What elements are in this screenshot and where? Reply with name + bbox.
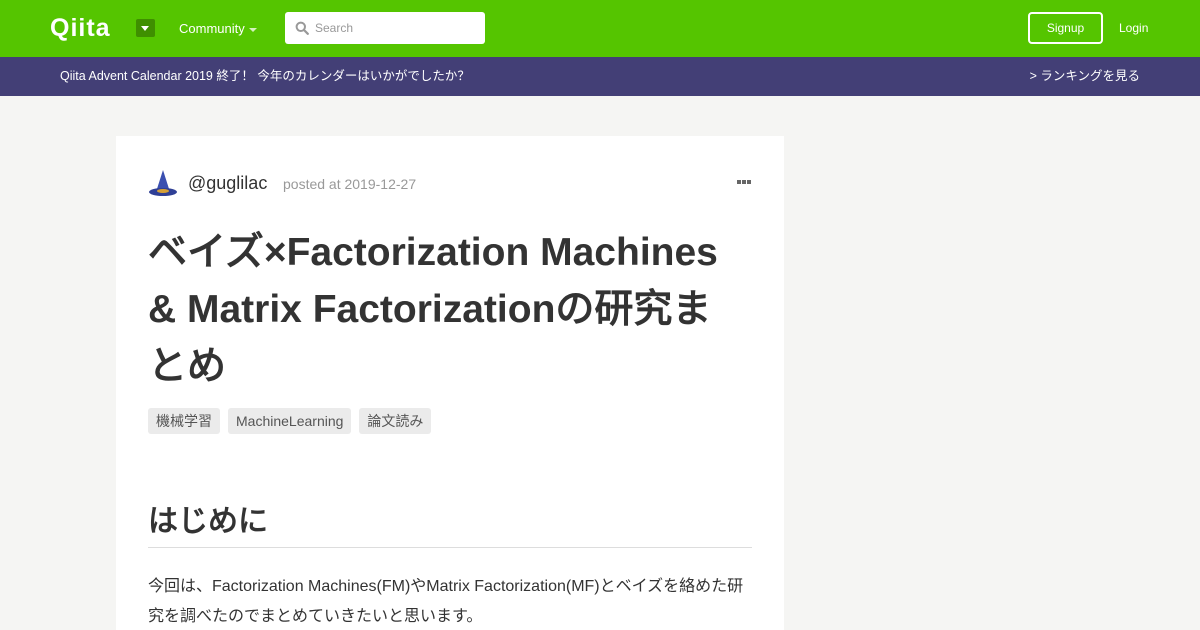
tag-paper-reading[interactable]: 論文読み (359, 408, 432, 434)
advent-calendar-banner: Qiita Advent Calendar 2019 終了！ 今年のカレンダーは… (0, 57, 1200, 96)
section-heading: はじめに (148, 502, 752, 548)
tag-machine-learning-ja[interactable]: 機械学習 (148, 408, 220, 434)
qiita-logo[interactable]: Qiita (50, 14, 111, 42)
login-link[interactable]: Login (1119, 20, 1148, 36)
article-card: @guglilac posted at 2019-12-27 ベイズ×Facto… (116, 136, 784, 630)
top-navbar: Qiita Community Signup Login (0, 0, 1200, 57)
banner-message[interactable]: Qiita Advent Calendar 2019 終了！ 今年のカレンダーは… (60, 68, 470, 84)
more-options-icon[interactable] (736, 174, 752, 190)
user-avatar[interactable] (148, 168, 178, 198)
tag-machinelearning[interactable]: MachineLearning (228, 408, 352, 434)
posted-date: posted at 2019-12-27 (283, 176, 417, 192)
article-title: ベイズ×Factorization Machines & Matrix Fact… (148, 231, 718, 388)
signup-button[interactable]: Signup (1028, 12, 1103, 44)
intro-paragraph: 今回は、Factorization Machines(FM)やMatrix Fa… (148, 578, 744, 625)
caret-down-icon (141, 26, 149, 31)
community-menu[interactable]: Community (179, 21, 245, 37)
logo-menu-toggle[interactable] (136, 19, 155, 37)
author-username[interactable]: @guglilac (188, 173, 267, 193)
ranking-link[interactable]: > ランキングを見る (1030, 68, 1140, 84)
search-icon (295, 21, 309, 35)
tag-list: 機械学習 MachineLearning 論文読み (148, 408, 432, 434)
search-input[interactable] (315, 16, 479, 40)
chevron-down-icon (249, 28, 257, 32)
search-box (285, 12, 485, 44)
